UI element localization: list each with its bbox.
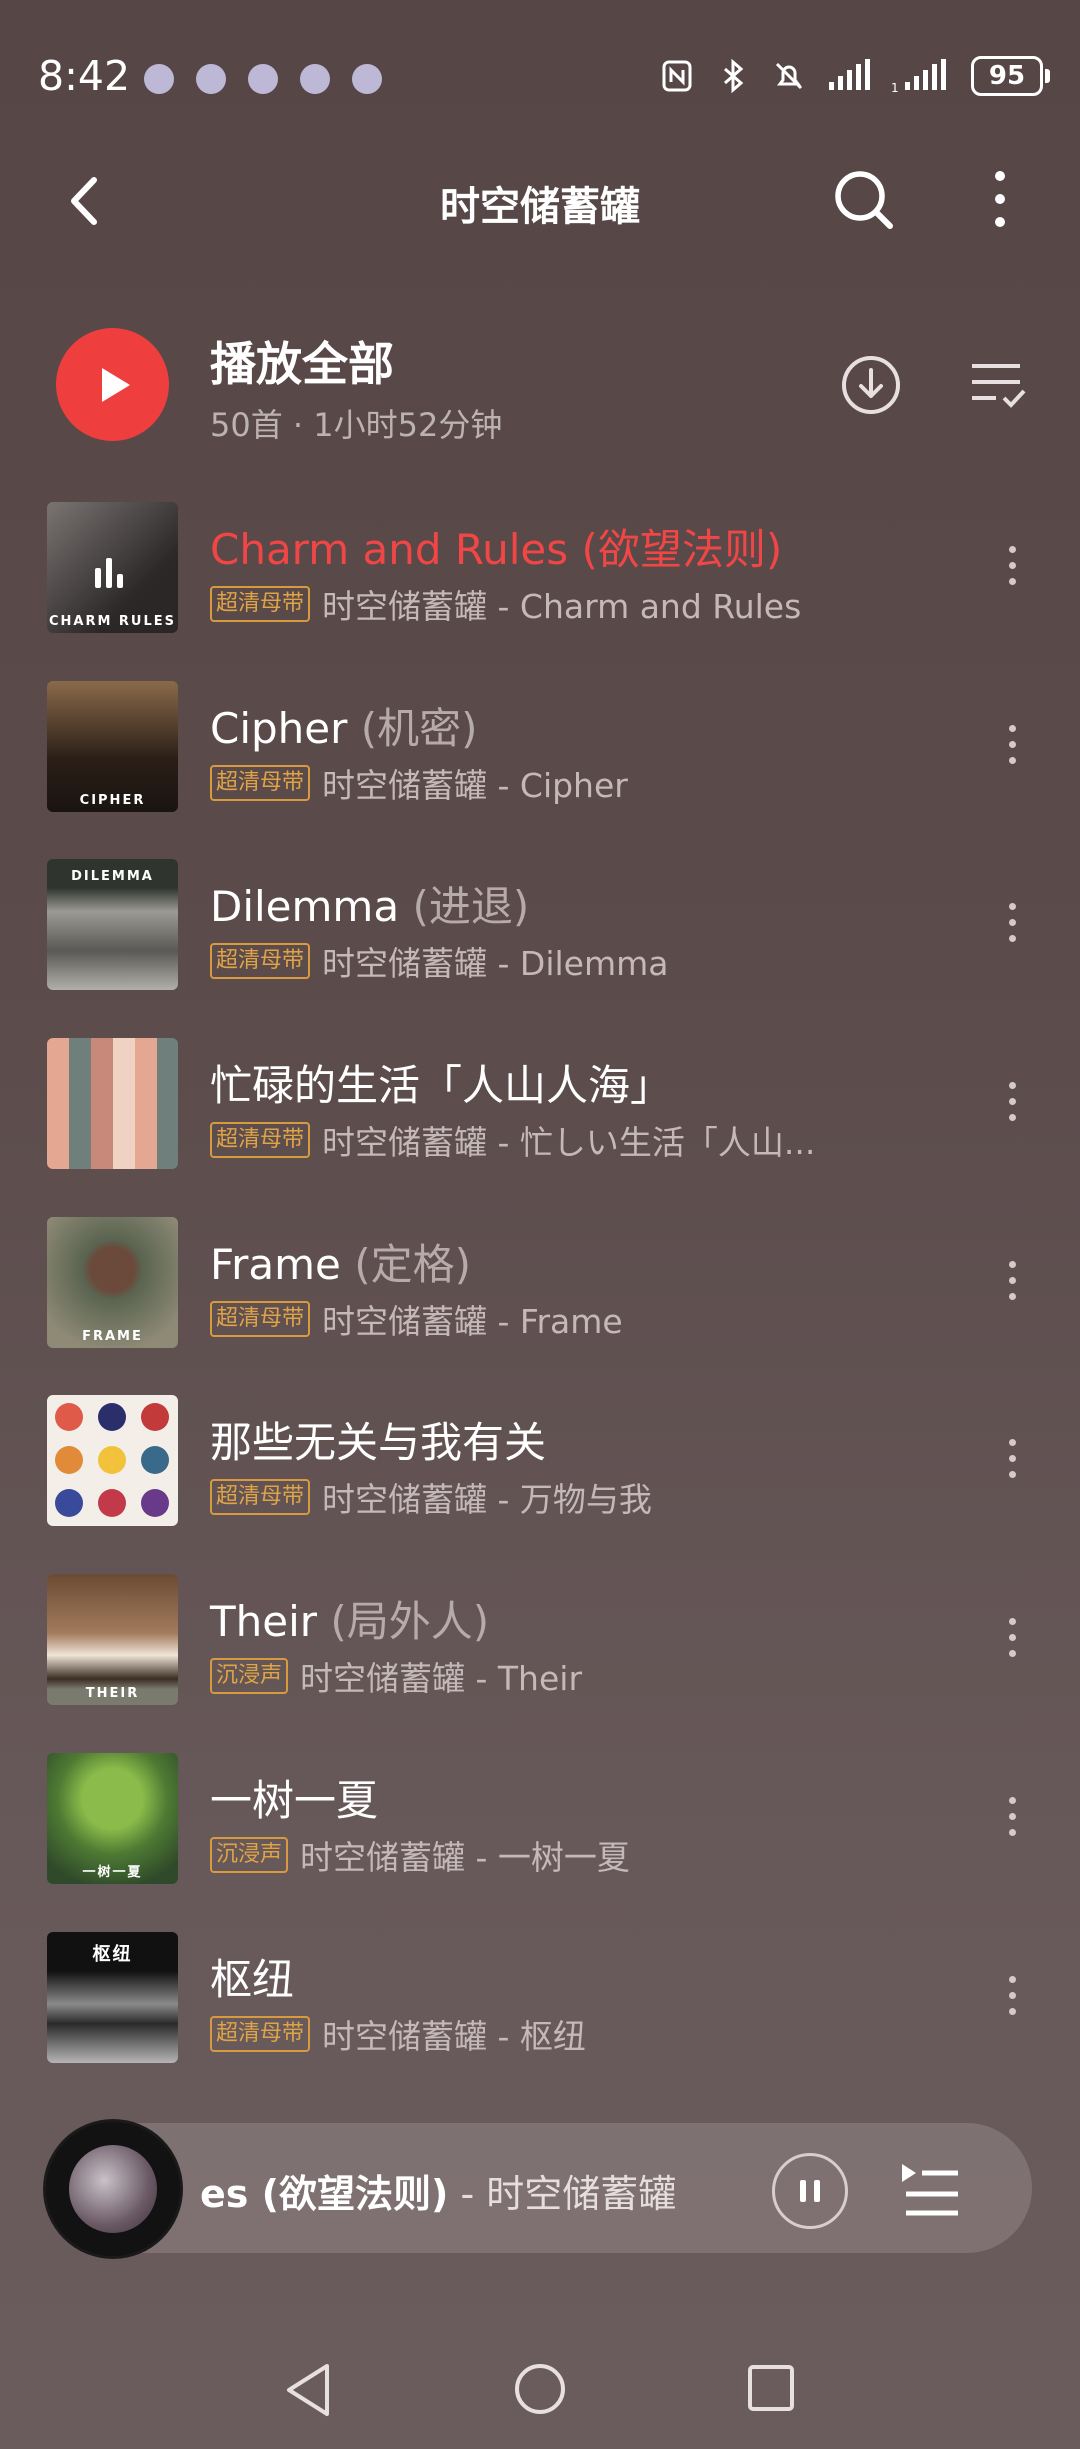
song-more-icon[interactable]: [1000, 1970, 1024, 2030]
now-playing-disc[interactable]: [46, 2122, 180, 2256]
song-info: 超清母带 时空储蓄罐 - 忙しい生活「人山...: [210, 1116, 815, 1164]
quality-badge: 超清母带: [210, 586, 311, 622]
quality-badge: 超清母带: [210, 2015, 311, 2052]
song-row[interactable]: CIPHER Cipher (机密) 超清母带 时空储蓄罐 - Cipher: [0, 677, 1080, 856]
song-more-icon[interactable]: [1000, 897, 1024, 957]
svg-text:1: 1: [891, 81, 899, 94]
more-options-icon[interactable]: [980, 166, 1020, 232]
album-cover: 枢纽: [47, 1931, 178, 2063]
song-more-icon[interactable]: [1000, 1433, 1024, 1493]
album-cover: CHARM RULES: [47, 502, 178, 633]
notification-icon: [300, 64, 330, 94]
song-title: Dilemma (进退): [210, 882, 530, 932]
play-icon: [101, 367, 130, 402]
album-cover: [47, 1038, 178, 1170]
search-icon[interactable]: [830, 166, 896, 232]
song-title: Their (局外人): [210, 1597, 490, 1647]
song-title: 那些无关与我有关: [210, 1418, 547, 1468]
quality-badge: 超清母带: [210, 943, 311, 980]
battery-icon: 95: [971, 56, 1050, 96]
song-row[interactable]: 忙碌的生活「人山人海」 超清母带 时空储蓄罐 - 忙しい生活「人山...: [0, 1034, 1080, 1213]
album-cover: [47, 1395, 178, 1527]
song-info: 沉浸声 时空储蓄罐 - 一树一夏: [210, 1831, 630, 1879]
song-info: 沉浸声 时空储蓄罐 - Their: [210, 1652, 582, 1700]
song-info: 超清母带 时空储蓄罐 - Cipher: [210, 759, 628, 807]
notification-icon: [248, 64, 278, 94]
song-info: 超清母带 时空储蓄罐 - 枢纽: [210, 2010, 586, 2058]
signal-icon: [829, 59, 870, 90]
multi-select-icon[interactable]: [968, 358, 1028, 412]
signal-icon: 1: [891, 59, 946, 94]
notification-icon: [352, 64, 382, 94]
song-title: Frame (定格): [210, 1239, 472, 1289]
play-all-label: 播放全部: [210, 337, 394, 391]
pause-button[interactable]: [772, 2153, 848, 2229]
song-info: 超清母带 时空储蓄罐 - 万物与我: [210, 1473, 652, 1521]
song-row[interactable]: 一树一夏 一树一夏 沉浸声 时空储蓄罐 - 一树一夏: [0, 1749, 1080, 1928]
album-cover: FRAME: [47, 1216, 178, 1348]
album-cover: THEIR: [47, 1574, 178, 1706]
nav-home-icon[interactable]: [513, 2362, 567, 2416]
song-info: 超清母带 时空储蓄罐 - Frame: [210, 1295, 623, 1343]
album-cover: DILEMMA: [47, 859, 178, 991]
song-row[interactable]: 那些无关与我有关 超清母带 时空储蓄罐 - 万物与我: [0, 1391, 1080, 1570]
song-title: Charm and Rules (欲望法则): [210, 525, 783, 574]
album-cover: 一树一夏: [47, 1752, 178, 1884]
song-more-icon[interactable]: [1000, 1612, 1024, 1672]
nav-back-icon[interactable]: [283, 2362, 335, 2418]
quality-badge: 沉浸声: [210, 1658, 289, 1695]
quality-badge: 超清母带: [210, 1479, 311, 1516]
play-all-button[interactable]: [56, 328, 169, 441]
playlist-icon[interactable]: [900, 2160, 962, 2218]
song-title: 枢纽: [210, 1954, 295, 2004]
status-time: 8:42: [38, 52, 131, 100]
play-all-row[interactable]: 播放全部 50首 · 1小时52分钟: [0, 320, 1080, 450]
song-more-icon[interactable]: [1000, 1255, 1024, 1315]
download-icon[interactable]: [840, 354, 902, 416]
song-title: Cipher (机密): [210, 703, 478, 753]
song-info: 超清母带 时空储蓄罐 - Charm and Rules: [210, 580, 801, 628]
notification-icons: [144, 64, 382, 94]
page-title: 时空储蓄罐: [440, 184, 640, 230]
song-list: CHARM RULES Charm and Rules (欲望法则) 超清母带时…: [0, 498, 1080, 2106]
status-bar: 8:42 1 95: [0, 0, 1080, 160]
playlist-meta: 50首 · 1小时52分钟: [210, 406, 503, 444]
nfc-icon: [662, 60, 692, 92]
song-title: 忙碌的生活「人山人海」: [210, 1061, 673, 1111]
song-row[interactable]: DILEMMA Dilemma (进退) 超清母带 时空储蓄罐 - Dilemma: [0, 855, 1080, 1034]
quality-badge: 超清母带: [210, 1122, 311, 1159]
nav-recent-icon[interactable]: [745, 2362, 797, 2414]
song-row[interactable]: 枢纽 枢纽 超清母带 时空储蓄罐 - 枢纽: [0, 1928, 1080, 2107]
now-playing-icon: [95, 558, 123, 588]
notification-icon: [144, 64, 174, 94]
song-row[interactable]: CHARM RULES Charm and Rules (欲望法则) 超清母带时…: [0, 498, 1080, 677]
song-title: 一树一夏: [210, 1775, 379, 1825]
quality-badge: 沉浸声: [210, 1836, 289, 1873]
mute-icon: [775, 62, 803, 90]
top-bar: 时空储蓄罐: [0, 160, 1080, 240]
song-info: 超清母带 时空储蓄罐 - Dilemma: [210, 937, 668, 985]
song-more-icon[interactable]: [1000, 719, 1024, 779]
system-nav-bar: [0, 2340, 1080, 2449]
now-playing-cover: [69, 2145, 157, 2233]
quality-badge: 超清母带: [210, 1300, 311, 1337]
song-more-icon[interactable]: [1000, 1791, 1024, 1851]
song-row[interactable]: FRAME Frame (定格) 超清母带 时空储蓄罐 - Frame: [0, 1213, 1080, 1392]
now-playing-text[interactable]: es (欲望法则) - 时空储蓄罐: [200, 2163, 676, 2218]
bluetooth-icon: [724, 58, 744, 94]
quality-badge: 超清母带: [210, 764, 311, 801]
battery-level: 95: [971, 56, 1043, 96]
notification-icon: [196, 64, 226, 94]
song-row[interactable]: THEIR Their (局外人) 沉浸声 时空储蓄罐 - Their: [0, 1570, 1080, 1749]
album-cover: CIPHER: [47, 680, 178, 812]
song-more-icon[interactable]: [1000, 540, 1024, 600]
song-more-icon[interactable]: [1000, 1076, 1024, 1136]
